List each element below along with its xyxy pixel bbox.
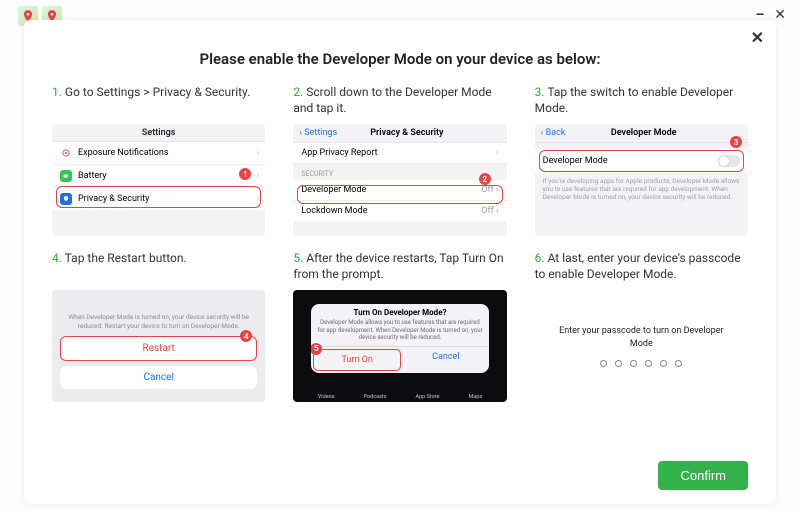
step-caption: 2. Scroll down to the Developer Mode and…	[293, 84, 506, 118]
step-1: 1. Go to Settings > Privacy & Security. …	[52, 84, 265, 236]
step-4: 4. Tap the Restart button. When Develope…	[52, 250, 265, 402]
step-badge: 5	[311, 343, 322, 355]
chevron-right-icon: ›	[496, 148, 499, 158]
list-item: Developer Mode Off › 2	[293, 180, 506, 201]
confirm-button[interactable]: Confirm	[658, 461, 748, 490]
step-caption: 6. At last, enter your device's passcode…	[535, 250, 748, 284]
step-caption: 5. After the device restarts, Tap Turn O…	[293, 250, 506, 284]
cancel-button: Cancel	[403, 347, 489, 373]
dock: Videos Podcasts App Store Maps	[293, 394, 506, 400]
close-app-button[interactable]: ✕	[774, 8, 786, 22]
alert-title: Turn On Developer Mode?	[311, 304, 488, 318]
passcode-prompt: Enter your passcode to turn on Developer…	[535, 325, 748, 349]
passcode-dots	[600, 360, 682, 367]
alert-message: When Developer Mode is turned on, your d…	[60, 313, 257, 336]
step-caption: 4. Tap the Restart button.	[52, 250, 265, 284]
step-badge: 1	[239, 168, 251, 180]
step-6: 6. At last, enter your device's passcode…	[535, 250, 748, 402]
list-item: Privacy & Security ›	[52, 188, 265, 210]
list-item: Battery › 1	[52, 165, 265, 188]
list-item: App Privacy Report ›	[293, 143, 506, 164]
step-badge: 2	[479, 173, 491, 185]
screenshot-passcode: Enter your passcode to turn on Developer…	[535, 290, 748, 402]
privacy-icon	[60, 193, 72, 205]
turn-on-button: Turn On 5	[313, 349, 401, 371]
screenshot-restart: When Developer Mode is turned on, your d…	[52, 290, 265, 402]
step-caption: 3. Tap the switch to enable Developer Mo…	[535, 84, 748, 118]
list-item: Developer Mode	[535, 149, 748, 173]
list-item: Exposure Notifications ›	[52, 142, 265, 165]
chevron-right-icon: ›	[257, 171, 260, 181]
step-5: 5. After the device restarts, Tap Turn O…	[293, 250, 506, 402]
screenshot-privacy: ‹ Settings Privacy & Security App Privac…	[293, 124, 506, 236]
settings-header: Settings	[52, 124, 265, 142]
restart-button: Restart 4	[60, 336, 257, 361]
step-badge: 3	[730, 136, 742, 148]
step-caption: 1. Go to Settings > Privacy & Security.	[52, 84, 265, 118]
chevron-right-icon: ›	[257, 148, 260, 158]
modal-title: Please enable the Developer Mode on your…	[52, 50, 748, 68]
alert-body: Developer Mode allows you to use feature…	[311, 318, 488, 346]
toggle-switch	[718, 155, 740, 167]
step-3: 3. Tap the switch to enable Developer Mo…	[535, 84, 748, 236]
step-2: 2. Scroll down to the Developer Mode and…	[293, 84, 506, 236]
screenshot-turn-on: Turn On Developer Mode? Developer Mode a…	[293, 290, 506, 402]
chevron-right-icon: ›	[257, 194, 260, 204]
step-badge: 4	[240, 330, 252, 342]
section-header: SECURITY	[293, 164, 506, 180]
screenshot-developer-mode: ‹ Back Developer Mode 3 Developer Mode I…	[535, 124, 748, 236]
footer-note: If you're developing apps for Apple prod…	[535, 173, 748, 205]
alert-sheet: Turn On Developer Mode? Developer Mode a…	[311, 304, 488, 373]
screenshot-settings: Settings Exposure Notifications › Batter…	[52, 124, 265, 236]
close-modal-button[interactable]: ✕	[751, 28, 764, 47]
enable-developer-mode-modal: ✕ Please enable the Developer Mode on yo…	[24, 20, 776, 504]
list-item: Lockdown Mode Off ›	[293, 201, 506, 221]
battery-icon	[60, 170, 72, 182]
cancel-button: Cancel	[60, 366, 257, 389]
exposure-icon	[60, 147, 72, 159]
